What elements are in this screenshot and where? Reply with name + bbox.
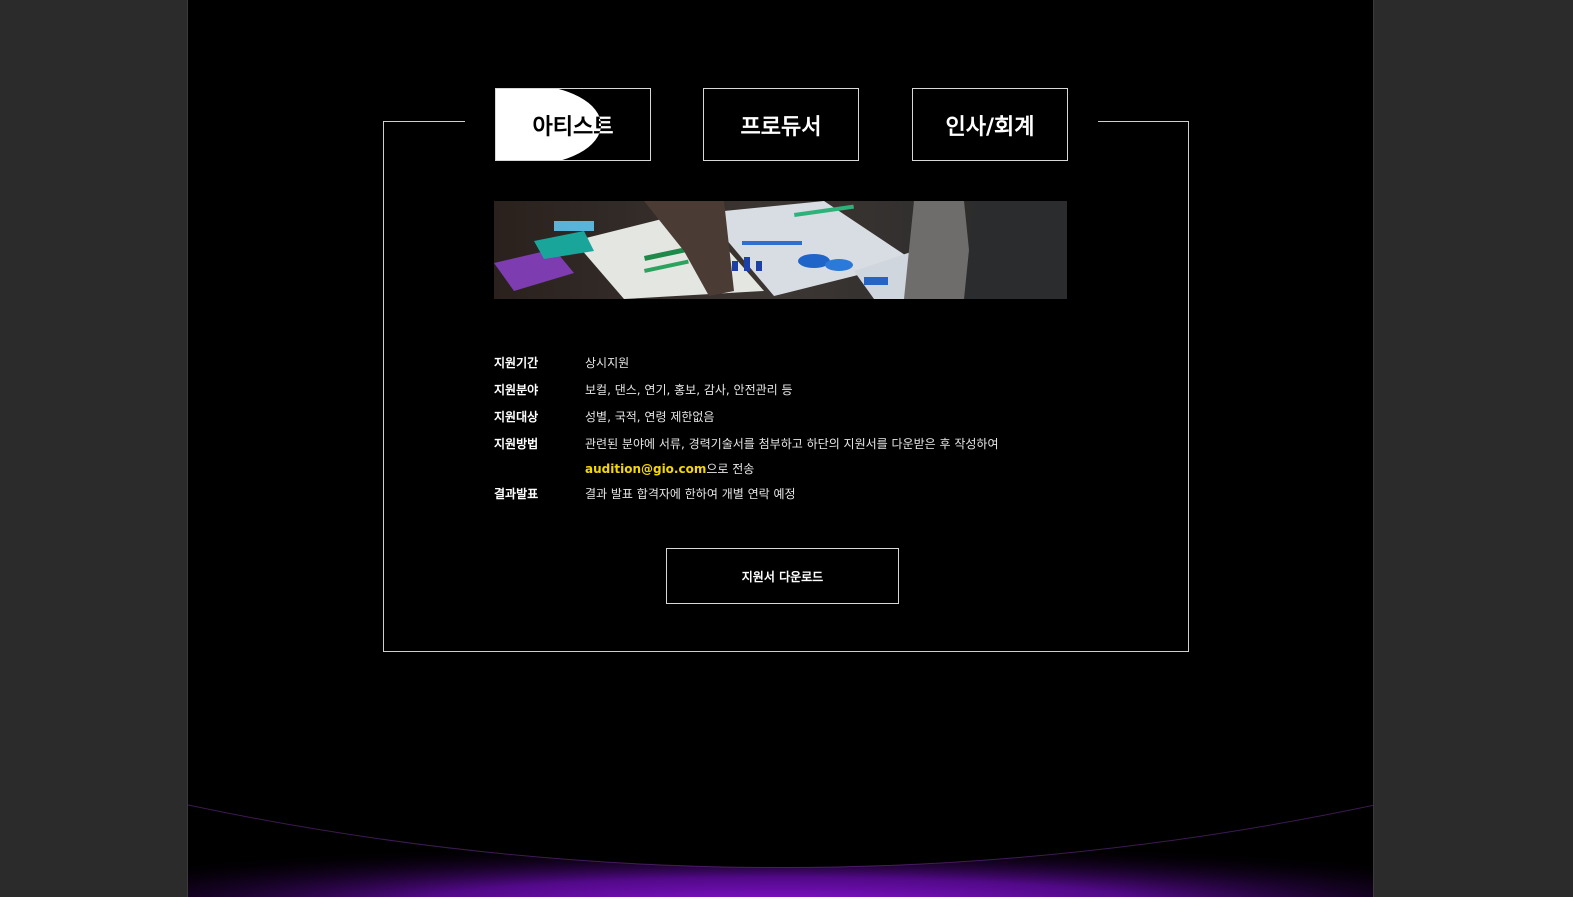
page-canvas: 아티스트 프로듀서 인사/회계 지원기간 상시지원 지원분야 보컬, 댄스, 연…: [187, 0, 1374, 897]
banner-image: [494, 201, 1067, 299]
info-row-target: 지원대상 성별, 국적, 연령 제한없음: [494, 406, 1094, 433]
info-row-method: 지원방법 관련된 분야에 서류, 경력기술서를 첨부하고 하단의 지원서를 다운…: [494, 433, 1094, 483]
tab-artist[interactable]: 아티스트: [495, 88, 651, 161]
download-application-button[interactable]: 지원서 다운로드: [666, 548, 899, 604]
tab-artist-label: 아티스트: [532, 114, 614, 140]
method-suffix: 으로 전송: [706, 462, 755, 476]
period-value: 상시지원: [585, 356, 630, 370]
email-link[interactable]: audition@gio.com: [585, 462, 706, 476]
purple-glow-decoration: [188, 804, 1373, 897]
info-row-period: 지원기간 상시지원: [494, 352, 1094, 379]
period-label: 지원기간: [494, 356, 539, 370]
method-value: 관련된 분야에 서류, 경력기술서를 첨부하고 하단의 지원서를 다운받은 후 …: [585, 437, 999, 451]
target-label: 지원대상: [494, 410, 539, 424]
info-row-result: 결과발표 결과 발표 합격자에 한하여 개별 연락 예정: [494, 483, 1094, 510]
result-label: 결과발표: [494, 487, 539, 501]
info-row-field: 지원분야 보컬, 댄스, 연기, 홍보, 감사, 안전관리 등: [494, 379, 1094, 406]
field-value: 보컬, 댄스, 연기, 홍보, 감사, 안전관리 등: [585, 383, 793, 397]
field-label: 지원분야: [494, 383, 539, 397]
method-email-line: audition@gio.com으로 전송: [585, 460, 754, 477]
tab-hr-accounting[interactable]: 인사/회계: [912, 88, 1068, 161]
office-meeting-photo: [494, 201, 1067, 299]
result-value: 결과 발표 합격자에 한하여 개별 연락 예정: [585, 487, 796, 501]
tab-hr-accounting-label: 인사/회계: [945, 114, 1035, 140]
method-label: 지원방법: [494, 437, 539, 451]
tab-producer-label: 프로듀서: [740, 114, 822, 140]
target-value: 성별, 국적, 연령 제한없음: [585, 410, 715, 424]
recruitment-info: 지원기간 상시지원 지원분야 보컬, 댄스, 연기, 홍보, 감사, 안전관리 …: [494, 352, 1094, 510]
tab-producer[interactable]: 프로듀서: [703, 88, 859, 161]
